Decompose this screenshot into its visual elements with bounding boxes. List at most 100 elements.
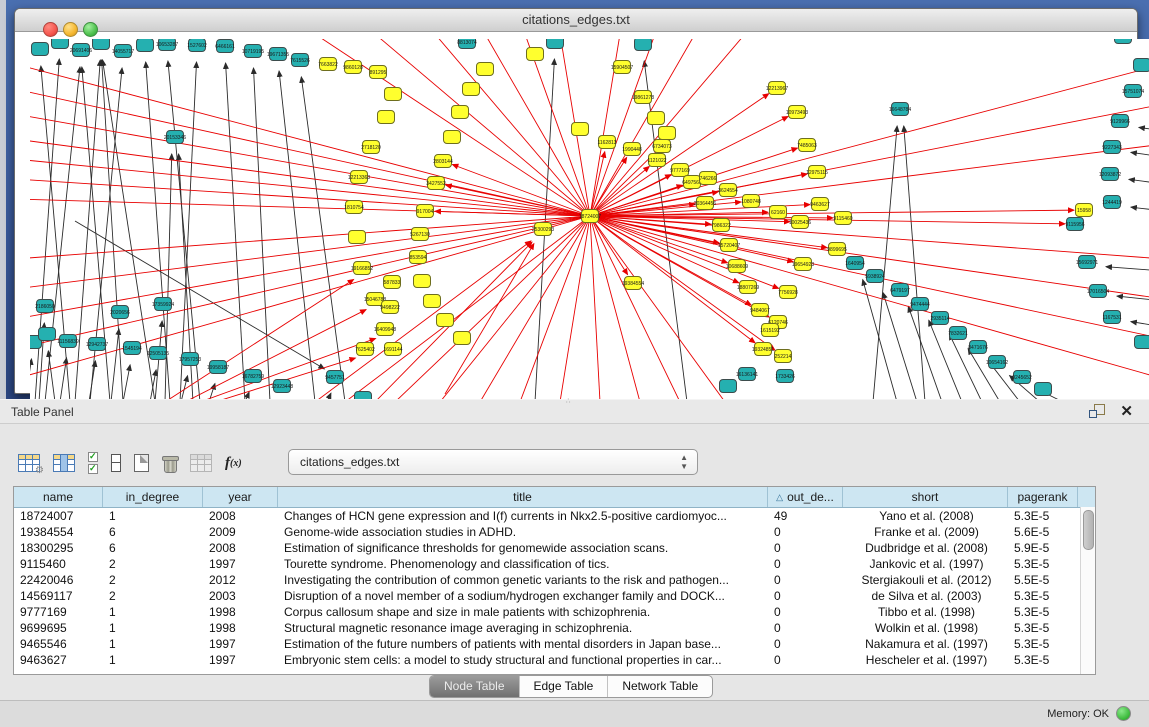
graph-node[interactable]: 12942737 xyxy=(86,338,108,351)
cell-in_degree[interactable]: 1 xyxy=(103,604,203,620)
cell-out_de[interactable]: 49 xyxy=(768,508,843,524)
cell-pagerank[interactable]: 5.3E-5 xyxy=(1008,588,1078,604)
cell-name[interactable]: 18300295 xyxy=(14,540,103,556)
graph-node[interactable]: 19384554 xyxy=(622,277,644,290)
graph-node[interactable] xyxy=(454,332,471,345)
graph-node[interactable]: 7485063 xyxy=(797,139,817,152)
column-header-pagerank[interactable]: pagerank xyxy=(1008,487,1078,507)
cell-name[interactable]: 9115460 xyxy=(14,556,103,572)
graph-node[interactable] xyxy=(378,111,395,124)
column-header-title[interactable]: title xyxy=(278,487,768,507)
graph-node[interactable]: 1990448 xyxy=(622,143,642,156)
graph-node[interactable] xyxy=(52,39,69,49)
graph-node[interactable]: 12213967 xyxy=(766,82,788,95)
graph-node[interactable]: 2186050 xyxy=(35,300,55,313)
graph-node[interactable] xyxy=(452,106,469,119)
graph-node[interactable]: 6466161 xyxy=(215,40,235,53)
graph-node[interactable]: 12975115 xyxy=(806,166,828,179)
cell-in_degree[interactable]: 6 xyxy=(103,524,203,540)
cell-title[interactable]: Estimation of the future numbers of pati… xyxy=(278,636,768,652)
graph-node[interactable]: 16782759 xyxy=(242,370,264,383)
cell-short[interactable]: Tibbo et al. (1998) xyxy=(843,604,1008,620)
graph-node[interactable]: 9498222 xyxy=(380,301,400,314)
graph-node[interactable]: 20153346 xyxy=(164,131,186,144)
table-row[interactable]: 977716911998Corpus callosum shape and si… xyxy=(14,604,1095,620)
tab-edge-table[interactable]: Edge Table xyxy=(520,676,609,697)
column-header-short[interactable]: short xyxy=(843,487,1008,507)
cell-title[interactable]: Investigating the contribution of common… xyxy=(278,572,768,588)
graph-node[interactable]: 7663822 xyxy=(318,58,338,71)
cell-year[interactable]: 2003 xyxy=(203,588,278,604)
graph-node[interactable] xyxy=(547,39,564,49)
cell-in_degree[interactable]: 2 xyxy=(103,588,203,604)
graph-node[interactable]: 17016504 xyxy=(1087,285,1109,298)
cell-year[interactable]: 2008 xyxy=(203,508,278,524)
graph-node[interactable]: 2935114 xyxy=(930,312,949,325)
graph-node[interactable] xyxy=(424,295,441,308)
graph-node[interactable] xyxy=(1035,383,1052,396)
graph-node[interactable]: 891295 xyxy=(370,66,387,79)
graph-node[interactable]: 19671355 xyxy=(267,48,289,61)
cell-in_degree[interactable]: 6 xyxy=(103,540,203,556)
graph-node[interactable] xyxy=(437,314,454,327)
cell-short[interactable]: Franke et al. (2009) xyxy=(843,524,1008,540)
graph-node[interactable] xyxy=(648,112,665,125)
cell-short[interactable]: de Silva et al. (2003) xyxy=(843,588,1008,604)
graph-node[interactable]: 1527602 xyxy=(187,39,207,52)
cell-name[interactable]: 9777169 xyxy=(14,604,103,620)
tab-network-table[interactable]: Network Table xyxy=(608,676,712,697)
cell-short[interactable]: Stergiakouli et al. (2012) xyxy=(843,572,1008,588)
cell-year[interactable]: 1998 xyxy=(203,620,278,636)
graph-node[interactable]: 10719195 xyxy=(242,45,264,58)
close-icon[interactable]: ✕ xyxy=(1120,402,1133,420)
graph-node[interactable]: 25300293 xyxy=(532,223,554,236)
column-header-name[interactable]: name xyxy=(14,487,103,507)
graph-node[interactable]: 18724007 xyxy=(579,210,601,223)
cell-pagerank[interactable]: 5.3E-5 xyxy=(1008,556,1078,572)
graph-node[interactable]: 19166852 xyxy=(351,262,373,275)
network-canvas[interactable]: 2069140614055717106532871527602646616110… xyxy=(30,39,1149,400)
graph-node[interactable]: 8813074 xyxy=(457,39,477,49)
table-row[interactable]: 969969511998Structural magnetic resonanc… xyxy=(14,620,1095,636)
graph-node[interactable]: 11156839 xyxy=(57,335,79,348)
table-source-select[interactable]: citations_edges.txt ▲▼ xyxy=(288,449,698,475)
cell-pagerank[interactable]: 5.3E-5 xyxy=(1008,652,1078,668)
graph-node[interactable]: 7625402 xyxy=(355,343,375,356)
graph-node[interactable]: 9457751 xyxy=(325,371,345,384)
graph-node[interactable]: 10688609 xyxy=(726,260,748,273)
cell-year[interactable]: 2012 xyxy=(203,572,278,588)
cell-short[interactable]: Yano et al. (2008) xyxy=(843,508,1008,524)
cell-out_de[interactable]: 0 xyxy=(768,620,843,636)
graph-node[interactable]: 9463627 xyxy=(810,198,830,211)
graph-node[interactable]: 5938924 xyxy=(865,270,885,283)
function-builder-icon[interactable]: f(x) xyxy=(225,450,242,476)
graph-node[interactable]: 10654162 xyxy=(986,356,1008,369)
graph-node[interactable] xyxy=(572,123,589,136)
scrollbar-thumb[interactable] xyxy=(1083,510,1094,550)
graph-node[interactable]: 1167531 xyxy=(1102,311,1121,324)
graph-node[interactable] xyxy=(1135,336,1149,349)
graph-node[interactable] xyxy=(635,39,652,51)
graph-node[interactable]: 1640954 xyxy=(845,257,865,270)
graph-node[interactable]: 9245652 xyxy=(1012,371,1032,384)
graph-node[interactable]: 5267130 xyxy=(410,228,430,241)
cell-short[interactable]: Hescheler et al. (1997) xyxy=(843,652,1008,668)
cell-pagerank[interactable]: 5.3E-5 xyxy=(1008,620,1078,636)
graph-node[interactable]: 15692971 xyxy=(1076,256,1098,269)
cell-short[interactable]: Jankovic et al. (1997) xyxy=(843,556,1008,572)
column-header-in_degree[interactable]: in_degree xyxy=(103,487,203,507)
float-window-icon[interactable] xyxy=(1089,404,1105,418)
graph-node[interactable] xyxy=(349,231,366,244)
graph-node[interactable]: 7986322 xyxy=(711,219,731,232)
table-row[interactable]: 1830029562008Estimation of significance … xyxy=(14,540,1095,556)
table-row[interactable]: 946362711997Embryonic stem cells: a mode… xyxy=(14,652,1095,668)
cell-in_degree[interactable]: 1 xyxy=(103,652,203,668)
cell-in_degree[interactable]: 1 xyxy=(103,508,203,524)
table-row[interactable]: 911546021997Tourette syndrome. Phenomeno… xyxy=(14,556,1095,572)
cell-out_de[interactable]: 0 xyxy=(768,652,843,668)
new-document-icon[interactable] xyxy=(134,450,149,476)
graph-node[interactable]: 19861278 xyxy=(632,91,654,104)
graph-node[interactable]: 7756928 xyxy=(778,286,798,299)
graph-node[interactable]: 6479197 xyxy=(890,284,910,297)
graph-node[interactable]: 9899695 xyxy=(827,243,847,256)
